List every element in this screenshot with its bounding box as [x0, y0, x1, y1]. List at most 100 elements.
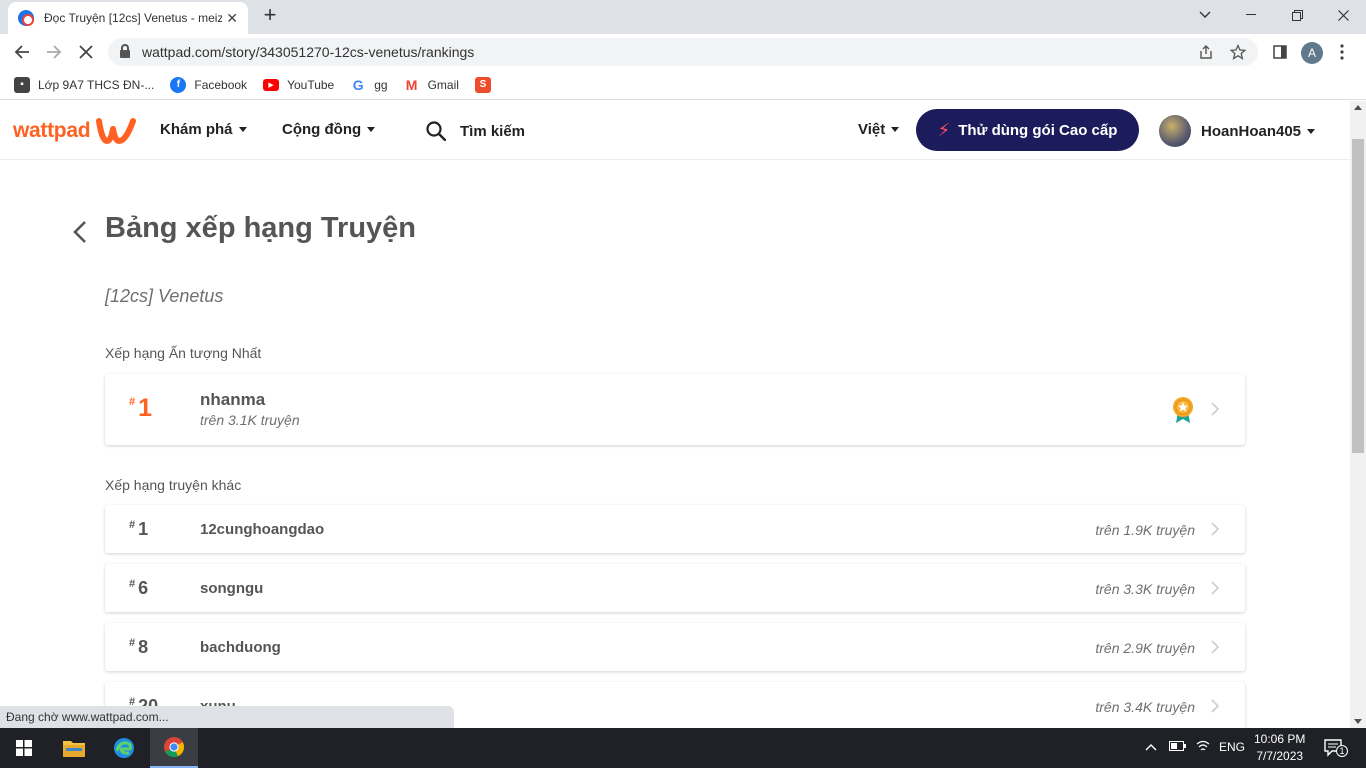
- rank-card[interactable]: # 1 12cunghoangdao trên 1.9K truyện: [105, 505, 1245, 553]
- new-tab-button[interactable]: +: [258, 4, 282, 28]
- caret-down-icon: [367, 127, 376, 132]
- system-clock[interactable]: 10:06 PM 7/7/2023: [1254, 731, 1305, 765]
- bookmark-label: Gmail: [427, 77, 459, 92]
- browser-tab[interactable]: Đọc Truyện [12cs] Venetus - meiz ✕: [8, 2, 248, 34]
- side-panel-icon[interactable]: [1268, 40, 1292, 64]
- bookmark-item[interactable]: ▶ YouTube: [263, 78, 334, 92]
- rank-hash: #: [129, 578, 136, 590]
- bookmark-item[interactable]: G gg: [350, 77, 388, 93]
- chrome-button[interactable]: [150, 728, 198, 768]
- site-header: wattpad Khám phá Cộng đồng Tìm kiếm Việt…: [0, 101, 1350, 160]
- wattpad-logo[interactable]: wattpad: [13, 117, 137, 145]
- chevron-right-icon: [1211, 402, 1219, 416]
- rank-tag: songngu: [200, 580, 264, 597]
- tab-close-icon[interactable]: ✕: [226, 10, 238, 27]
- rank-story-count: trên 2.9K truyện: [1095, 640, 1195, 656]
- wattpad-favicon-icon: [18, 10, 34, 26]
- loading-status: Đang chờ www.wattpad.com...: [0, 706, 454, 728]
- nav-community[interactable]: Cộng đồng: [282, 121, 376, 138]
- user-menu[interactable]: HoanHoan405: [1159, 115, 1316, 147]
- rank-hash: #: [129, 396, 136, 408]
- lock-icon[interactable]: [120, 44, 130, 58]
- start-button[interactable]: [0, 728, 48, 768]
- restore-button[interactable]: [1274, 0, 1320, 30]
- bookmark-star-icon[interactable]: [1229, 43, 1247, 64]
- browser-menu-icon[interactable]: [1330, 40, 1354, 64]
- forward-button[interactable]: [42, 40, 66, 64]
- bookmark-item[interactable]: M Gmail: [404, 77, 459, 93]
- address-bar[interactable]: wattpad.com/story/343051270-12cs-venetus…: [108, 38, 1258, 66]
- rankings-page: Bảng xếp hạng Truyện [12cs] Venetus Xếp …: [0, 160, 1350, 728]
- top-rank-section-label: Xếp hạng Ấn tượng Nhất: [105, 345, 262, 361]
- language-label: Việt: [858, 121, 886, 138]
- url-text[interactable]: wattpad.com/story/343051270-12cs-venetus…: [142, 44, 474, 60]
- rank-number: # 1: [129, 519, 148, 539]
- bookmark-item[interactable]: f Facebook: [170, 76, 247, 93]
- youtube-icon: ▶: [263, 78, 280, 91]
- facebook-icon: f: [170, 76, 187, 93]
- nav-discover[interactable]: Khám phá: [160, 121, 247, 138]
- avatar: [1159, 115, 1191, 147]
- edge-icon: [114, 738, 134, 758]
- rank-story-count: trên 3.1K truyện: [200, 412, 300, 428]
- notification-center-icon[interactable]: 1: [1324, 739, 1348, 760]
- folder-icon: [63, 741, 85, 757]
- wifi-icon[interactable]: [1196, 740, 1210, 755]
- notification-count: 1: [1336, 745, 1348, 757]
- rank-tag: 12cunghoangdao: [200, 521, 325, 538]
- rank-number: # 8: [129, 637, 148, 657]
- battery-icon[interactable]: [1169, 740, 1187, 754]
- rank-number: # 6: [129, 578, 148, 598]
- rank-hash: #: [129, 519, 136, 531]
- wattpad-w-icon: [96, 118, 137, 144]
- bookmark-label: gg: [374, 77, 388, 92]
- premium-label: Thử dùng gói Cao cấp: [958, 121, 1118, 139]
- scroll-up-icon[interactable]: [1354, 105, 1362, 110]
- back-button[interactable]: [10, 40, 34, 64]
- rank-card[interactable]: # 8 bachduong trên 2.9K truyện: [105, 623, 1245, 671]
- chevron-right-icon: [1211, 581, 1219, 595]
- tray-expand-icon[interactable]: [1145, 740, 1157, 754]
- tab-title: Đọc Truyện [12cs] Venetus - meiz: [44, 11, 222, 25]
- tab-search-icon[interactable]: [1182, 0, 1228, 30]
- lightning-icon: ⚡: [937, 119, 951, 140]
- search-button[interactable]: Tìm kiếm: [426, 121, 525, 141]
- top-rank-card[interactable]: # 1 nhanma trên 3.1K truyện: [105, 374, 1245, 445]
- file-explorer-button[interactable]: [50, 728, 98, 768]
- share-icon[interactable]: [1198, 44, 1214, 64]
- other-rank-section-label: Xếp hạng truyện khác: [105, 477, 242, 493]
- browser-tabstrip: Đọc Truyện [12cs] Venetus - meiz ✕ +: [0, 0, 1366, 34]
- search-label: Tìm kiếm: [460, 122, 526, 140]
- rank-tag: bachduong: [200, 639, 281, 656]
- chevron-right-icon: [1211, 699, 1219, 713]
- page-title: Bảng xếp hạng Truyện: [105, 212, 416, 244]
- scrollbar-thumb[interactable]: [1352, 139, 1364, 453]
- nav-discover-label: Khám phá: [160, 121, 233, 138]
- username: HoanHoan405: [1201, 122, 1302, 140]
- rank-story-count: trên 3.3K truyện: [1095, 581, 1195, 597]
- rank-story-count: trên 3.4K truyện: [1095, 699, 1195, 715]
- rank-tag: nhanma: [200, 390, 266, 409]
- edge-button[interactable]: [100, 728, 148, 768]
- gmail-icon: M: [405, 76, 418, 93]
- story-title[interactable]: [12cs] Venetus: [105, 286, 223, 307]
- bookmark-item[interactable]: ▪ Lớp 9A7 THCS ĐN-...: [14, 76, 154, 93]
- stop-loading-button[interactable]: [74, 40, 98, 64]
- scroll-down-icon[interactable]: [1354, 719, 1362, 724]
- minimize-button[interactable]: [1228, 0, 1274, 30]
- back-chevron-icon[interactable]: [72, 220, 88, 244]
- browser-profile-avatar[interactable]: A: [1301, 42, 1323, 64]
- try-premium-button[interactable]: ⚡ Thử dùng gói Cao cấp: [916, 109, 1139, 151]
- nav-community-label: Cộng đồng: [282, 121, 362, 138]
- rank-card[interactable]: # 6 songngu trên 3.3K truyện: [105, 564, 1245, 612]
- rank-value: 6: [138, 578, 149, 598]
- caret-down-icon: [238, 127, 247, 132]
- rank-hash: #: [129, 637, 136, 649]
- bookmark-item[interactable]: S: [474, 76, 499, 93]
- page-scrollbar[interactable]: [1350, 101, 1366, 728]
- caret-down-icon: [891, 127, 900, 132]
- language-selector[interactable]: Việt: [858, 121, 900, 138]
- close-window-button[interactable]: [1320, 0, 1366, 30]
- input-language[interactable]: ENG: [1219, 740, 1245, 754]
- award-ribbon-icon: [1173, 397, 1193, 423]
